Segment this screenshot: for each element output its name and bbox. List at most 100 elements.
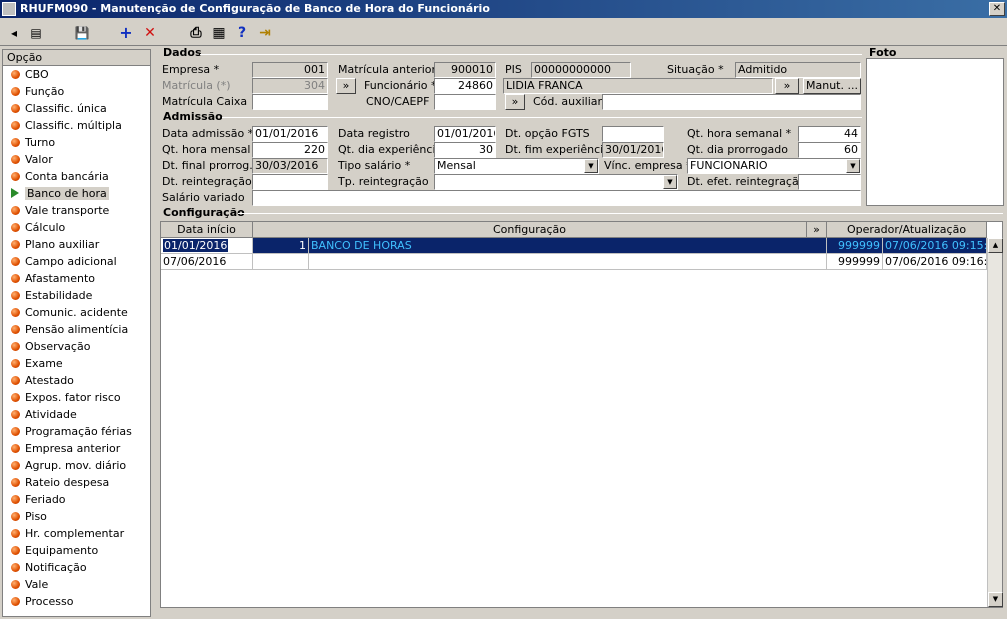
matricula-caixa-field[interactable]	[252, 94, 328, 110]
bullet-icon	[11, 478, 20, 487]
dt-efet-reintegracao-field[interactable]	[798, 174, 861, 190]
col-header-configuracao[interactable]: Configuração	[253, 222, 807, 238]
option-item[interactable]: Classific. múltipla	[3, 117, 150, 134]
option-item[interactable]: Campo adicional	[3, 253, 150, 270]
vinc-empresa-select[interactable]: FUNCIONARIO ▼	[687, 158, 861, 174]
close-button[interactable]: ✕	[989, 2, 1005, 16]
cell-operador[interactable]: 999999	[827, 238, 883, 254]
cell-operador[interactable]: 999999	[827, 254, 883, 270]
cell-codigo[interactable]: 1	[253, 238, 309, 254]
funcionario-lookup-button[interactable]: »	[336, 78, 356, 94]
cell-atualizacao[interactable]: 07/06/2016 09:16:02	[883, 254, 987, 270]
table-row[interactable]: 07/06/2016 999999 07/06/2016 09:16:02	[161, 254, 987, 270]
qt-hora-mensal-field[interactable]: 220	[252, 142, 328, 158]
option-item[interactable]: Programação férias	[3, 423, 150, 440]
pis-field[interactable]: 00000000000	[531, 62, 631, 78]
option-item[interactable]: Expos. fator risco	[3, 389, 150, 406]
print-icon[interactable]: ⎙	[186, 23, 206, 43]
option-item[interactable]: Pensão alimentícia	[3, 321, 150, 338]
manut-button[interactable]: Manut. ...	[803, 78, 861, 94]
option-item[interactable]: Feriado	[3, 491, 150, 508]
option-item[interactable]: Empresa anterior	[3, 440, 150, 457]
chevron-down-icon[interactable]: ▼	[584, 159, 598, 173]
dt-reintegracao-field[interactable]	[252, 174, 328, 190]
save-icon[interactable]: 💾	[72, 23, 92, 43]
chevron-down-icon[interactable]: ▼	[846, 159, 860, 173]
option-item[interactable]: Conta bancária	[3, 168, 150, 185]
option-item[interactable]: Valor	[3, 151, 150, 168]
option-item[interactable]: Processo	[3, 593, 150, 610]
option-item[interactable]: Estabilidade	[3, 287, 150, 304]
vertical-scrollbar[interactable]: ▲ ▼	[987, 238, 1003, 607]
option-item[interactable]: Atividade	[3, 406, 150, 423]
option-item[interactable]: Cálculo	[3, 219, 150, 236]
option-item[interactable]: Atestado	[3, 372, 150, 389]
qt-dia-experiencia-field[interactable]: 30	[434, 142, 496, 158]
nav-back-icon[interactable]: ◂	[4, 23, 24, 43]
delete-icon[interactable]: ✕	[140, 23, 160, 43]
nome-lookup-button[interactable]: »	[775, 78, 799, 94]
cell-descricao[interactable]: BANCO DE HORAS	[309, 238, 827, 254]
option-item-label: Plano auxiliar	[25, 238, 100, 251]
admissao-divider	[222, 117, 862, 118]
option-item-label: Estabilidade	[25, 289, 93, 302]
title-bar: RHUFM090 - Manutenção de Configuração de…	[0, 0, 1007, 18]
calculator-icon[interactable]: ▦	[209, 23, 229, 43]
option-item[interactable]: Observação	[3, 338, 150, 355]
option-item[interactable]: Vale	[3, 576, 150, 593]
cod-auxiliar-lookup-button[interactable]: »	[505, 94, 525, 110]
data-registro-label: Data registro	[338, 127, 410, 140]
option-item[interactable]: Equipamento	[3, 542, 150, 559]
cell-descricao[interactable]	[309, 254, 827, 270]
option-item[interactable]: Piso	[3, 508, 150, 525]
exit-icon[interactable]: ⇥	[255, 23, 275, 43]
table-row[interactable]: 01/01/2016 1 BANCO DE HORAS 999999 07/06…	[161, 238, 987, 254]
cod-auxiliar-field[interactable]	[602, 94, 861, 110]
scroll-up-icon[interactable]: ▲	[988, 238, 1003, 253]
add-icon[interactable]: +	[116, 23, 136, 43]
photo-box[interactable]	[866, 58, 1004, 206]
data-admissao-field[interactable]: 01/01/2016	[252, 126, 328, 142]
funcionario-field[interactable]: 24860	[434, 78, 496, 94]
nav-list-icon[interactable]: ▤	[26, 23, 46, 43]
cno-caepf-field[interactable]	[434, 94, 496, 110]
dt-opcao-fgts-field[interactable]	[602, 126, 664, 142]
option-item[interactable]: Plano auxiliar	[3, 236, 150, 253]
option-item[interactable]: CBO	[3, 66, 150, 83]
empresa-field[interactable]: 001	[252, 62, 328, 78]
data-registro-field[interactable]: 01/01/2016	[434, 126, 496, 142]
option-item[interactable]: Turno	[3, 134, 150, 151]
option-item[interactable]: Comunic. acidente	[3, 304, 150, 321]
chevron-down-icon[interactable]: ▼	[663, 175, 677, 189]
option-item-label: Classific. múltipla	[25, 119, 122, 132]
salario-variado-field[interactable]	[252, 190, 861, 206]
option-item[interactable]: Notificação	[3, 559, 150, 576]
option-panel: Opção CBO Função Classific. única Classific…	[2, 49, 151, 617]
scroll-down-icon[interactable]: ▼	[988, 592, 1003, 607]
help-icon[interactable]: ?	[232, 23, 252, 43]
qt-dia-prorrogado-field[interactable]: 60	[798, 142, 861, 158]
tipo-salario-select[interactable]: Mensal ▼	[434, 158, 599, 174]
col-header-data-inicio[interactable]: Data início	[161, 222, 253, 238]
option-item[interactable]: Agrup. mov. diário	[3, 457, 150, 474]
cell-data-inicio[interactable]: 07/06/2016	[161, 254, 253, 270]
option-item[interactable]: Afastamento	[3, 270, 150, 287]
tp-reintegracao-select[interactable]: ▼	[434, 174, 678, 190]
qt-hora-semanal-field[interactable]: 44	[798, 126, 861, 142]
option-item[interactable]: Função	[3, 83, 150, 100]
situacao-field[interactable]: Admitido	[735, 62, 861, 78]
option-item[interactable]: Rateio despesa	[3, 474, 150, 491]
col-header-operador-atualizacao[interactable]: Operador/Atualização	[827, 222, 987, 238]
col-header-expand-button[interactable]: »	[807, 222, 827, 238]
matricula-field[interactable]: 304	[252, 78, 328, 94]
bullet-icon	[11, 461, 20, 470]
cell-atualizacao[interactable]: 07/06/2016 09:15:40	[883, 238, 987, 254]
option-item[interactable]: Classific. única	[3, 100, 150, 117]
cell-codigo[interactable]	[253, 254, 309, 270]
option-item[interactable]: Exame	[3, 355, 150, 372]
option-item[interactable]: Banco de hora	[3, 185, 150, 202]
option-item[interactable]: Hr. complementar	[3, 525, 150, 542]
matricula-anterior-field[interactable]: 900010	[434, 62, 496, 78]
option-item[interactable]: Vale transporte	[3, 202, 150, 219]
cell-data-inicio[interactable]: 01/01/2016	[161, 238, 253, 254]
